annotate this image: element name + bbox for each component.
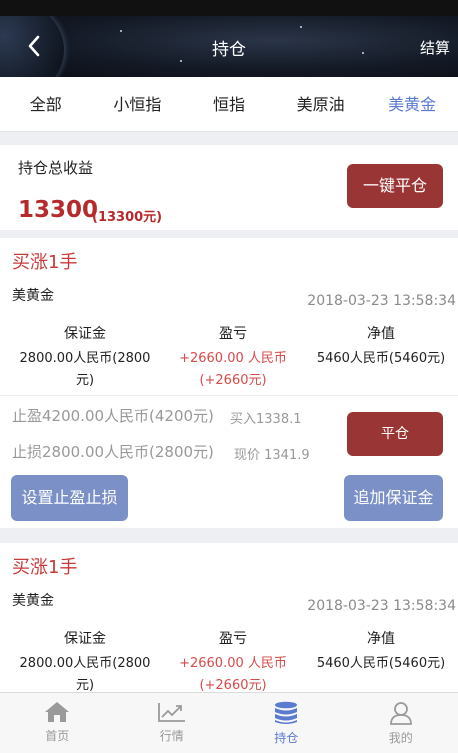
pnl-label: 盈亏 (219, 326, 247, 342)
chart-icon (157, 703, 185, 722)
position-card: 买涨1手 美黄金 2018-03-23 13:58:34 保证金 2800.00… (0, 543, 458, 703)
total-profit-panel: 持仓总收益 13300 (13300元) 一键平仓 (0, 145, 458, 230)
close-all-button[interactable]: 一键平仓 (347, 164, 443, 208)
pnl-value: +2660.00 人民币 (+2660元) (179, 351, 287, 388)
pnl-label: 盈亏 (219, 631, 247, 647)
total-profit-label: 持仓总收益 (18, 159, 94, 177)
pnl-value: +2660.00 人民币 (+2660元) (179, 656, 287, 693)
pnl-column: 盈亏 +2660.00 人民币 (+2660元) (158, 629, 308, 697)
position-product: 美黄金 (12, 593, 54, 609)
net-value-column: 净值 5460人民币(5460元) (306, 629, 456, 675)
bottom-tab-bar: 首页 行情 持仓 我的 (0, 692, 458, 753)
margin-label: 保证金 (64, 326, 106, 342)
tabbar-market-label: 行情 (159, 729, 184, 743)
stop-loss-text: 止损2800.00人民币(2800元) (12, 443, 214, 461)
star-decoration (300, 26, 302, 28)
star-decoration (180, 60, 182, 62)
star-decoration (120, 30, 122, 32)
position-time: 2018-03-23 13:58:34 (307, 293, 456, 309)
position-product: 美黄金 (12, 288, 54, 304)
settle-button[interactable]: 结算 (420, 37, 450, 58)
net-value: 5460人民币(5460元) (316, 656, 446, 671)
net-value: 5460人民币(5460元) (316, 351, 446, 366)
tab-all[interactable]: 全部 (0, 77, 92, 131)
margin-column: 保证金 2800.00人民币(2800 元) (10, 324, 160, 392)
total-profit-amount-yuan: (13300元) (92, 210, 163, 225)
tabbar-mine[interactable]: 我的 (344, 693, 458, 753)
position-direction: 买涨1手 (12, 252, 78, 273)
tabbar-market[interactable]: 行情 (115, 693, 230, 753)
status-bar (0, 0, 458, 16)
close-position-button[interactable]: 平仓 (347, 412, 443, 456)
margin-column: 保证金 2800.00人民币(2800 元) (10, 629, 160, 697)
add-margin-button[interactable]: 追加保证金 (344, 475, 443, 521)
nav-bar: 持仓 结算 (0, 16, 458, 77)
tabbar-home-label: 首页 (45, 729, 70, 743)
tab-mini-hsi[interactable]: 小恒指 (92, 77, 184, 131)
tab-gold[interactable]: 美黄金 (366, 77, 458, 131)
category-tabs: 全部 小恒指 恒指 美原油 美黄金 (0, 77, 458, 132)
divider (0, 395, 458, 396)
user-icon (389, 702, 412, 725)
current-price: 现价 1341.9 (234, 448, 310, 463)
net-value-label: 净值 (367, 631, 395, 647)
margin-value: 2800.00人民币(2800 元) (19, 351, 151, 388)
take-profit-text: 止盈4200.00人民币(4200元) (12, 407, 214, 425)
tab-crude-oil[interactable]: 美原油 (275, 77, 367, 131)
set-stop-button[interactable]: 设置止盈止损 (11, 475, 128, 521)
net-value-label: 净值 (367, 326, 395, 342)
home-icon (45, 702, 70, 722)
tabbar-home[interactable]: 首页 (0, 693, 115, 753)
total-profit-amount: 13300 (18, 197, 99, 223)
position-direction: 买涨1手 (12, 557, 78, 578)
database-icon (275, 701, 298, 724)
position-card: 买涨1手 美黄金 2018-03-23 13:58:34 保证金 2800.00… (0, 238, 458, 528)
margin-label: 保证金 (64, 631, 106, 647)
net-value-column: 净值 5460人民币(5460元) (306, 324, 456, 370)
page-title: 持仓 (212, 40, 246, 60)
buy-price: 买入1338.1 (230, 412, 302, 427)
position-time: 2018-03-23 13:58:34 (307, 598, 456, 614)
tabbar-positions-label: 持仓 (274, 731, 299, 745)
pnl-column: 盈亏 +2660.00 人民币 (+2660元) (158, 324, 308, 392)
margin-value: 2800.00人民币(2800 元) (19, 656, 151, 693)
tab-hsi[interactable]: 恒指 (183, 77, 275, 131)
tabbar-mine-label: 我的 (388, 731, 413, 745)
tabbar-positions[interactable]: 持仓 (229, 693, 344, 753)
